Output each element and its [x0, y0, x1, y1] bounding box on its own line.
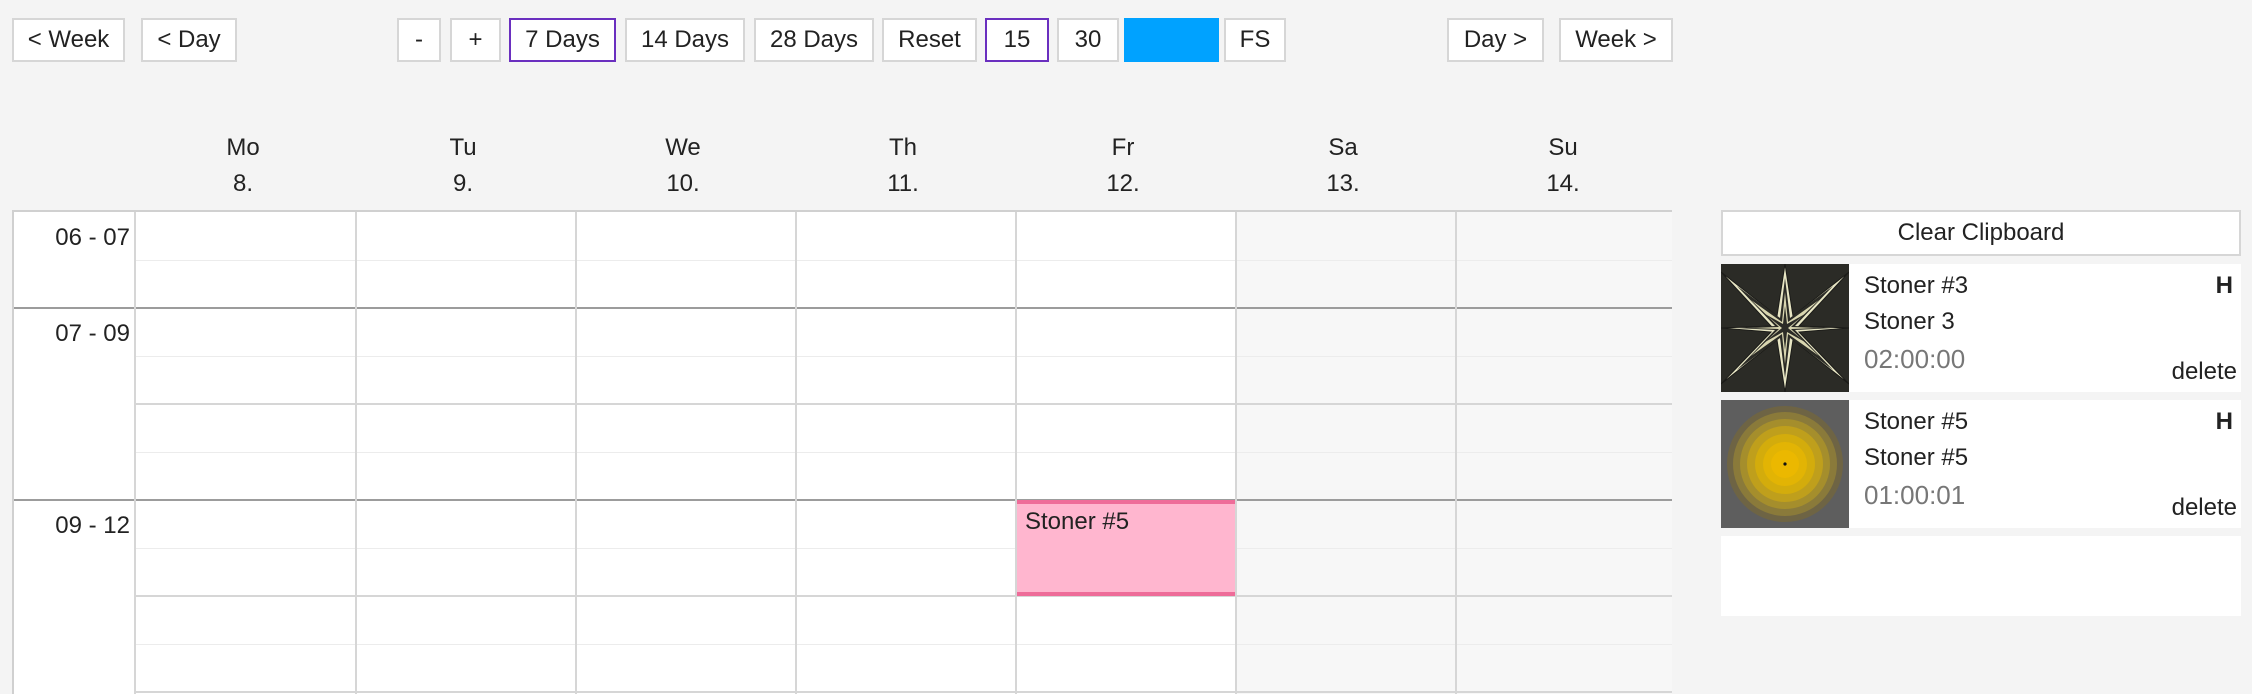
day-date: 8.	[232, 170, 253, 197]
calendar-grid[interactable]: 06 - 07 07 - 09 09 - 12 Stoner #5	[12, 210, 1672, 694]
slot-separator	[14, 307, 1672, 309]
column-line	[1235, 212, 1237, 694]
day-date: 12.	[1106, 170, 1140, 197]
grid-line	[134, 356, 1672, 357]
day-header-sa: Sa 13.	[1233, 130, 1453, 202]
day-date: 10.	[666, 170, 700, 197]
clipboard-drop-zone[interactable]	[1721, 536, 2241, 616]
zoom-in-button[interactable]: +	[450, 18, 501, 62]
column-line	[1455, 212, 1457, 694]
clear-clipboard-button[interactable]: Clear Clipboard	[1721, 210, 2241, 256]
day-header-mo: Mo 8.	[133, 130, 353, 202]
clip-title: Stoner #5	[1864, 408, 1969, 435]
grid-line	[134, 260, 1672, 261]
day-name: Mo	[226, 134, 260, 161]
next-week-button[interactable]: Week >	[1559, 18, 1673, 62]
view-14-days-button[interactable]: 14 Days	[625, 18, 745, 62]
day-date: 11.	[887, 170, 919, 197]
day-name: Su	[1548, 134, 1578, 161]
column-line	[575, 212, 577, 694]
clipboard-panel: Clear Clipboard Stoner #3 Stoner 3 02:00…	[1721, 210, 2241, 616]
clipboard-item[interactable]: Stoner #5 Stoner #5 01:00:01 H delete	[1721, 400, 2241, 528]
zoom-out-button[interactable]: -	[397, 18, 441, 62]
clip-subtitle: Stoner #5	[1864, 444, 1969, 471]
grid-line	[134, 644, 1672, 645]
day-date: 13.	[1326, 170, 1360, 197]
grid-line	[134, 595, 1672, 597]
day-header-fr: Fr 12.	[1013, 130, 1233, 202]
view-28-days-button[interactable]: 28 Days	[754, 18, 874, 62]
time-slot-label: 07 - 09	[55, 320, 130, 347]
clip-subtitle: Stoner 3	[1864, 308, 1955, 335]
column-line	[355, 212, 357, 694]
next-day-button[interactable]: Day >	[1447, 18, 1544, 62]
event-title: Stoner #5	[1025, 508, 1130, 535]
day-header-su: Su 14.	[1453, 130, 1673, 202]
prev-week-button[interactable]: < Week	[12, 18, 125, 62]
day-name: Sa	[1328, 134, 1358, 161]
clipboard-item[interactable]: Stoner #3 Stoner 3 02:00:00 H delete	[1721, 264, 2241, 392]
interval-30-button[interactable]: 30	[1057, 18, 1119, 62]
grid-line	[134, 452, 1672, 453]
concentric-circles-icon	[1721, 400, 1849, 528]
prev-day-button[interactable]: < Day	[141, 18, 237, 62]
day-name: Tu	[449, 134, 477, 161]
grid-line	[134, 403, 1672, 405]
clip-flag[interactable]: H	[2216, 272, 2233, 300]
day-name: Fr	[1111, 134, 1135, 161]
clip-flag[interactable]: H	[2216, 408, 2233, 436]
day-header-tu: Tu 9.	[353, 130, 573, 202]
column-line	[134, 212, 136, 694]
calendar-event[interactable]: Stoner #5	[1017, 500, 1235, 596]
day-header-th: Th 11.	[793, 130, 1013, 202]
clip-duration: 01:00:01	[1864, 480, 1966, 510]
day-date: 14.	[1546, 170, 1580, 197]
day-date: 9.	[452, 170, 473, 197]
grid-line	[134, 691, 1672, 693]
time-slot-label: 06 - 07	[55, 224, 130, 251]
clip-duration: 02:00:00	[1864, 344, 1966, 374]
column-line	[1015, 212, 1017, 694]
day-name: Th	[888, 134, 917, 161]
column-line	[795, 212, 797, 694]
day-name: We	[665, 134, 701, 161]
day-header-we: We 10.	[573, 130, 793, 202]
weekend-column-sa	[1235, 212, 1455, 694]
delete-link[interactable]: delete	[2172, 358, 2237, 386]
view-7-days-button[interactable]: 7 Days	[509, 18, 616, 62]
color-button[interactable]	[1124, 18, 1219, 62]
starburst-pattern-icon	[1721, 264, 1849, 392]
weekend-column-su	[1455, 212, 1672, 694]
grid-line	[134, 548, 1672, 549]
fullscreen-button[interactable]: FS	[1224, 18, 1286, 62]
delete-link[interactable]: delete	[2172, 494, 2237, 522]
slot-separator	[14, 499, 1672, 501]
reset-button[interactable]: Reset	[882, 18, 977, 62]
clip-title: Stoner #3	[1864, 272, 1969, 299]
time-slot-label: 09 - 12	[55, 512, 130, 539]
interval-15-button[interactable]: 15	[985, 18, 1049, 62]
